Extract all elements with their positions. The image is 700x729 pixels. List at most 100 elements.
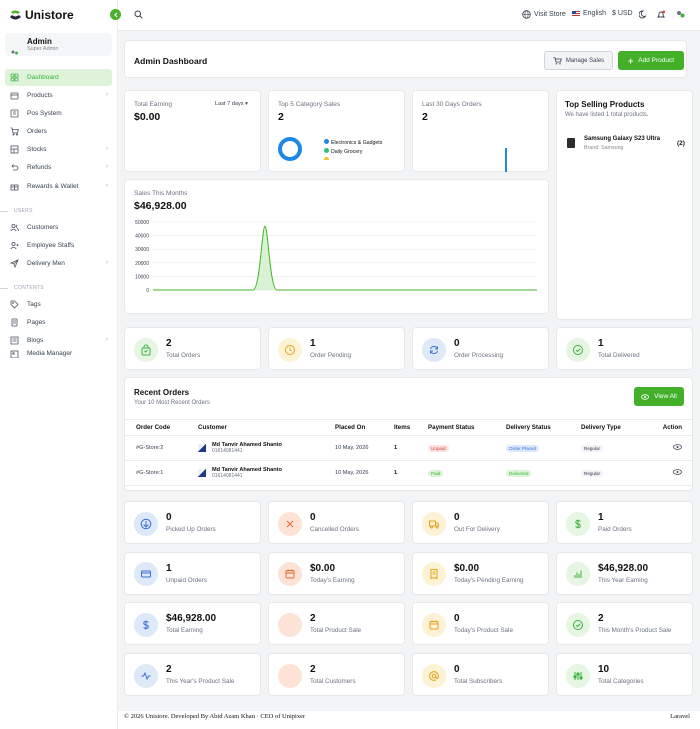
period-select[interactable]: Last 7 days ▾ bbox=[215, 101, 248, 107]
add-product-button[interactable]: + Add Product bbox=[618, 51, 684, 70]
sidebar-item-products[interactable]: Products › bbox=[5, 87, 112, 104]
currency-label: $ USD bbox=[612, 10, 633, 17]
pos-icon bbox=[10, 109, 19, 118]
sales-month-label: Sales This Months bbox=[134, 190, 188, 197]
chevron-right-icon: › bbox=[106, 164, 108, 170]
view-all-button[interactable]: View All bbox=[634, 387, 684, 406]
top-category-value: 2 bbox=[278, 111, 284, 123]
sidebar-item-employee-staffs[interactable]: Employee Staffs bbox=[5, 237, 112, 254]
sidebar-item-media-manager[interactable]: Media Manager bbox=[5, 350, 112, 358]
customer-cell: Md Tanvir Ahamed Shanto 01614081441 bbox=[187, 460, 324, 486]
table-row[interactable]: #G-Store:1 Md Tanvir Ahamed Shanto 0161408… bbox=[125, 460, 692, 486]
sidebar-item-delivery-men[interactable]: Delivery Men › bbox=[5, 255, 112, 272]
sales-chart-card: Sales This Months $46,928.00 50000 40000 3… bbox=[124, 179, 549, 314]
action-cell bbox=[648, 460, 692, 486]
order-code[interactable]: #G-Store:1 bbox=[125, 460, 187, 486]
stat-value: $46,928.00 bbox=[166, 613, 217, 625]
legend-item: Electronics & Gadgets bbox=[324, 139, 382, 148]
view-order-eye-icon[interactable] bbox=[673, 469, 682, 475]
stat-label: Order Processing bbox=[454, 352, 503, 359]
stat-value: 2 bbox=[166, 338, 172, 349]
sidebar-item-tags[interactable]: Tags bbox=[5, 296, 112, 313]
manage-sales-label: Manage Sales bbox=[565, 57, 605, 64]
sidebar-item-label: Employee Staffs bbox=[27, 242, 75, 249]
sidebar-item-refunds[interactable]: Refunds › bbox=[5, 159, 112, 176]
product-brand: Brand: Samsung bbox=[584, 145, 624, 151]
stat-value: 0 bbox=[454, 512, 460, 523]
column-header: Delivery Type bbox=[570, 419, 648, 436]
top-selling-item[interactable]: Samsung Galaxy S23 Ultra Brand: Samsung … bbox=[565, 134, 685, 152]
stat-value: 2 bbox=[598, 613, 604, 625]
stat-label: Total Product Sale bbox=[310, 627, 362, 635]
collapse-sidebar-button[interactable] bbox=[110, 9, 121, 20]
stat-value: 0 bbox=[454, 613, 460, 625]
manage-sales-button[interactable]: Manage Sales bbox=[544, 51, 613, 70]
legend-item: Daily Grocery bbox=[324, 148, 382, 157]
stat-label: Total Customers bbox=[310, 678, 356, 686]
user-avatar[interactable] bbox=[676, 9, 685, 19]
column-header: Payment Status bbox=[417, 419, 495, 436]
activity-icon bbox=[134, 663, 158, 688]
top-selling-subtitle: We have listed 1 total products. bbox=[565, 112, 649, 118]
sidebar-item-label: Rewards & Wallet bbox=[27, 183, 79, 190]
sidebar-item-pages[interactable]: Pages bbox=[5, 314, 112, 331]
column-header: Placed On bbox=[324, 419, 383, 436]
product-name: Samsung Galaxy S23 Ultra bbox=[584, 136, 661, 142]
users-icon bbox=[278, 663, 302, 688]
top-selling-card: Top Selling Products We have listed 1 to… bbox=[556, 90, 693, 320]
footer-framework: Laravel bbox=[670, 713, 690, 720]
sidebar-item-dashboard[interactable]: Dashboard bbox=[5, 69, 112, 86]
sales-area-chart: 50000 40000 30000 20000 10000 0 bbox=[135, 220, 537, 294]
notification-bell-icon[interactable] bbox=[656, 10, 666, 20]
delivery-type-badge: Regular bbox=[581, 469, 604, 477]
sidebar-item-label: Blogs bbox=[27, 337, 44, 344]
stat-label: This Year's Product Sale bbox=[166, 678, 235, 686]
sidebar-item-label: Tags bbox=[27, 301, 41, 308]
visit-store-link[interactable]: Visit Store bbox=[522, 10, 566, 19]
stat-value: 0 bbox=[454, 664, 460, 676]
stat-card: 2 Total Orders bbox=[124, 327, 261, 370]
y-tick-label: 40000 bbox=[135, 234, 149, 240]
dark-mode-toggle-icon[interactable] bbox=[639, 10, 648, 19]
sidebar-item-stocks[interactable]: Stocks › bbox=[5, 141, 112, 158]
customer-cell: Md Tanvir Ahamed Shanto 01614081441 bbox=[187, 435, 324, 461]
language-label: English bbox=[583, 10, 606, 17]
table-row[interactable]: #G-Store:2 Md Tanvir Ahamed Shanto 0161408… bbox=[125, 435, 692, 461]
category-legend: Electronics & Gadgets Daily Grocery bbox=[324, 139, 382, 160]
clock-icon bbox=[278, 337, 302, 362]
sidebar-item-orders[interactable]: Orders bbox=[5, 123, 112, 140]
app-root: Unistore Admin Super Admin Dashboard Prod… bbox=[0, 0, 700, 729]
y-tick-label: 50000 bbox=[135, 220, 149, 226]
sidebar-item-blogs[interactable]: Blogs › bbox=[5, 332, 112, 349]
check-circle-icon bbox=[566, 337, 590, 362]
sidebar-item-customers[interactable]: Customers bbox=[5, 219, 112, 236]
profile-card[interactable]: Admin Super Admin bbox=[5, 33, 112, 56]
stat-card: 2 This Month's Product Sale bbox=[556, 602, 693, 646]
stat-label: Today's Product Sale bbox=[454, 627, 513, 635]
sidebar-item-pos-system[interactable]: Pos System bbox=[5, 105, 112, 122]
stat-card: 0 Picked Up Orders bbox=[124, 501, 261, 544]
cart-icon bbox=[10, 127, 19, 136]
sidebar-item-rewards-wallet[interactable]: Rewards & Wallet › bbox=[5, 178, 112, 195]
stat-value: 1 bbox=[310, 338, 316, 349]
stat-card: $0.00 Today's Earning bbox=[268, 551, 405, 595]
calendar-icon bbox=[278, 562, 302, 587]
logo[interactable]: Unistore bbox=[9, 8, 74, 22]
section-divider bbox=[0, 211, 8, 212]
period-label: Last 7 days bbox=[215, 101, 244, 107]
stat-label: Unpaid Orders bbox=[166, 576, 207, 584]
stat-card: 0 Total Subscribers bbox=[412, 653, 549, 697]
currency-select[interactable]: $ USD bbox=[612, 10, 633, 17]
language-select[interactable]: English bbox=[572, 10, 606, 17]
at-icon bbox=[422, 663, 446, 688]
users-icon bbox=[10, 223, 19, 232]
visit-store-label: Visit Store bbox=[534, 11, 566, 18]
search-icon[interactable] bbox=[134, 10, 143, 19]
stat-label: Out For Delivery bbox=[454, 526, 500, 533]
column-header: Customer bbox=[187, 419, 324, 436]
stat-card: 1 Paid Orders bbox=[556, 501, 693, 544]
send-icon bbox=[10, 259, 19, 268]
view-order-eye-icon[interactable] bbox=[673, 444, 682, 450]
last30-label: Last 30 Days Orders bbox=[422, 101, 482, 108]
order-code[interactable]: #G-Store:2 bbox=[125, 435, 187, 461]
